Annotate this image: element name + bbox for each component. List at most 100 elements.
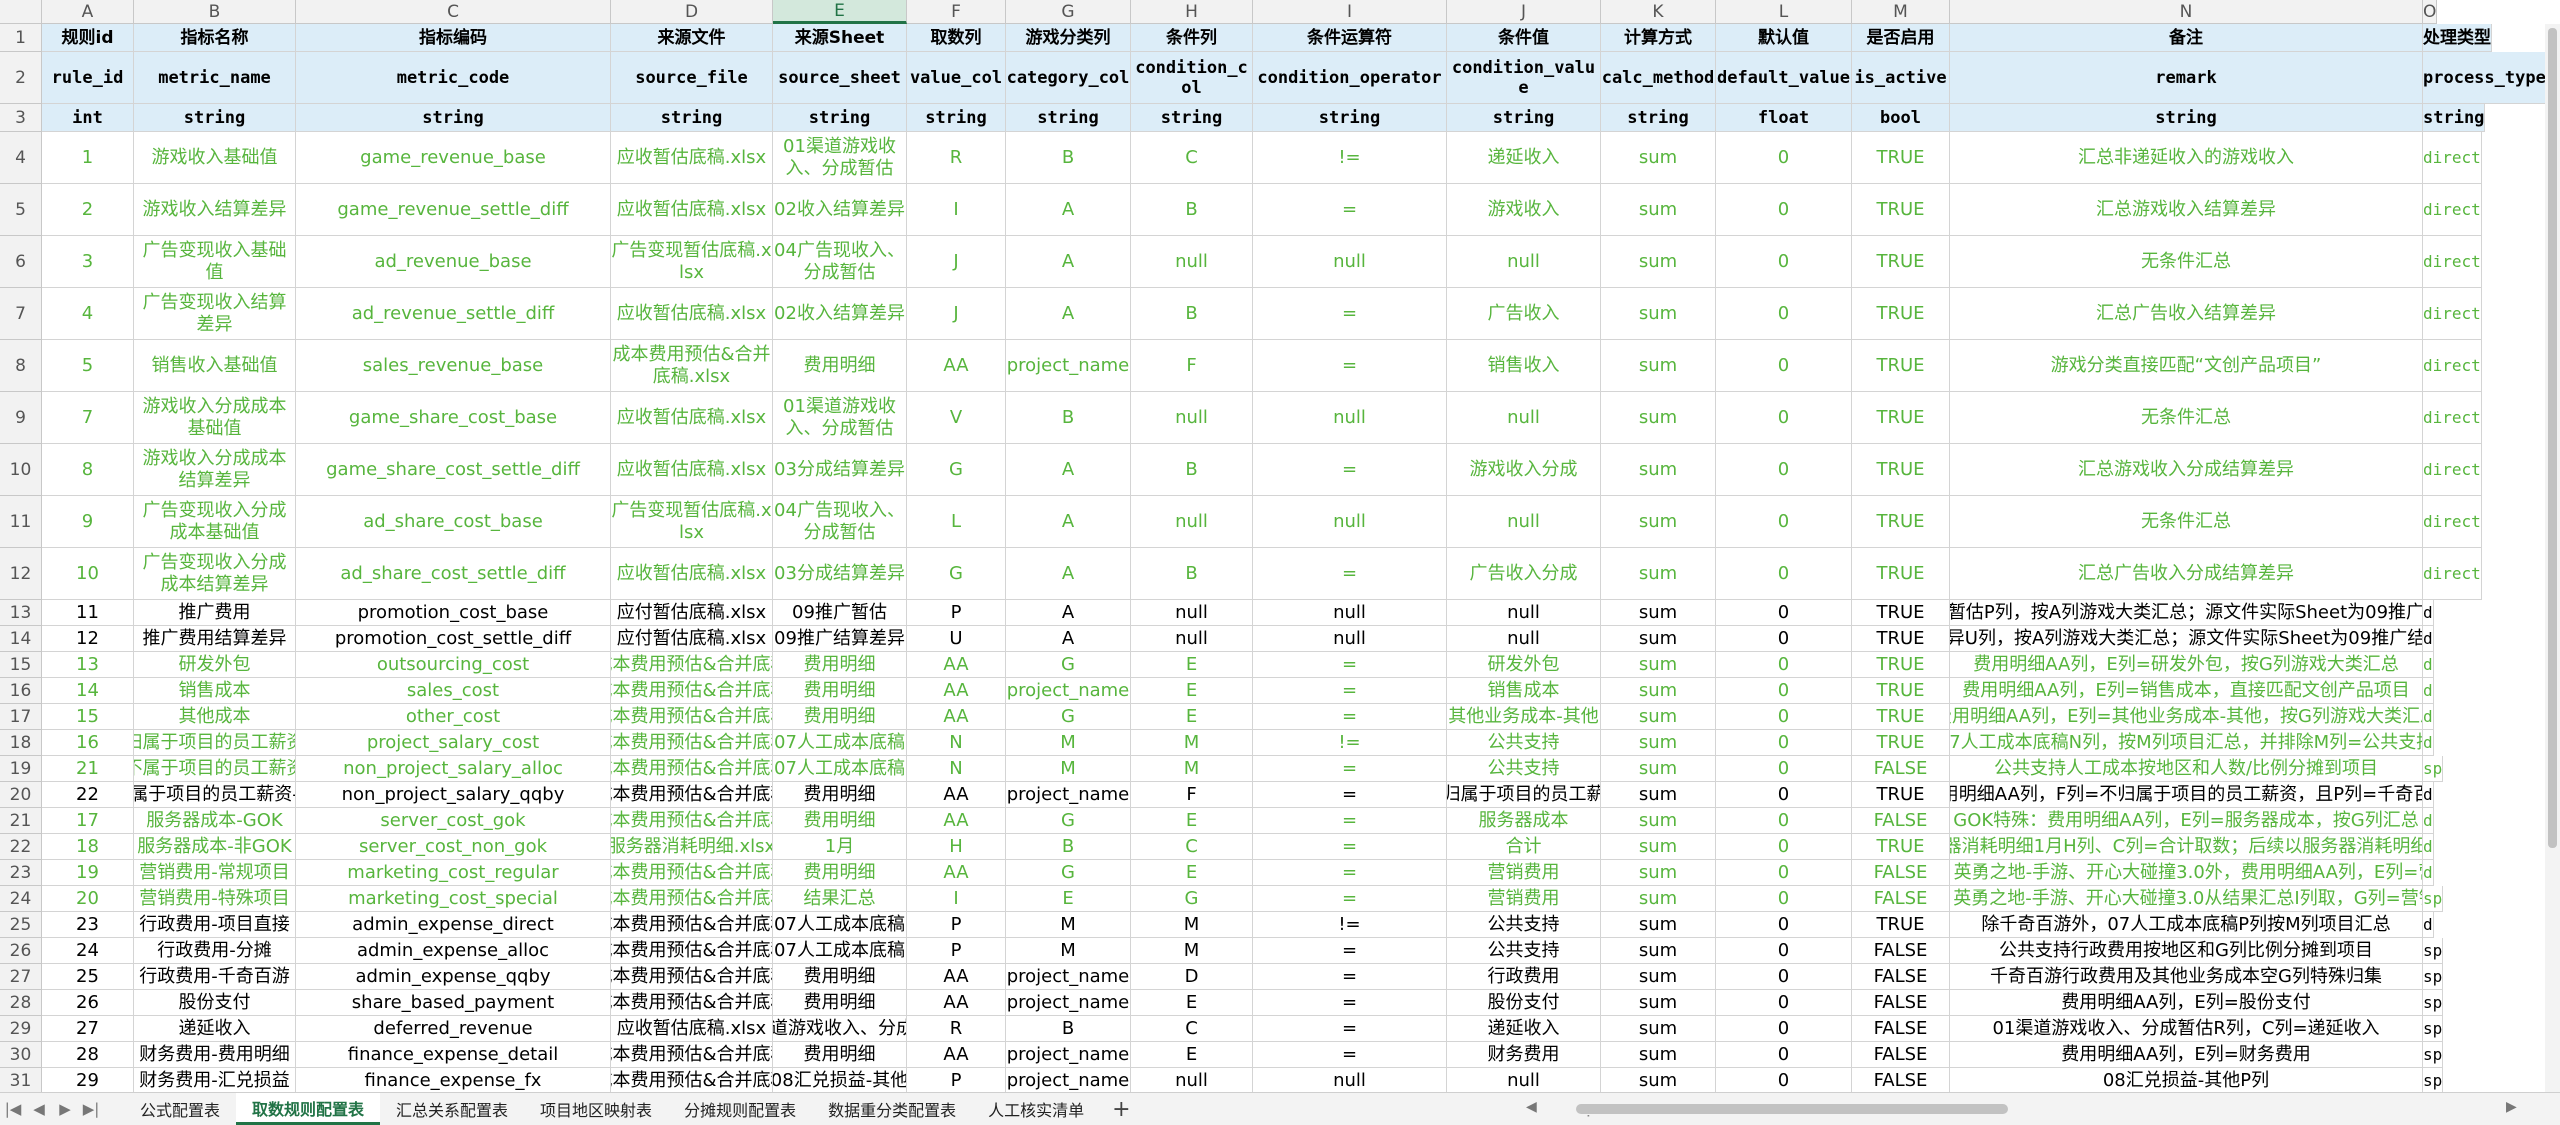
table-cell[interactable]: game_revenue_settle_diff	[296, 184, 611, 236]
prev-sheet-icon[interactable]: ◀	[26, 1100, 52, 1118]
horizontal-scrollbar[interactable]: ◀ ▶	[1524, 1099, 2524, 1115]
table-cell[interactable]: 01渠道游戏收入、分成暂估	[773, 1016, 907, 1042]
row-header-9[interactable]: 9	[0, 392, 42, 444]
table-cell[interactable]: d	[2423, 678, 2434, 704]
table-cell[interactable]: =	[1253, 652, 1447, 678]
table-cell[interactable]: 结果汇总	[773, 886, 907, 912]
table-cell[interactable]: L	[907, 496, 1006, 548]
row-header-2[interactable]: 2	[0, 52, 42, 104]
table-cell[interactable]: 7	[42, 392, 134, 444]
table-cell[interactable]: ad_share_cost_base	[296, 496, 611, 548]
header-cell[interactable]: source_sheet	[773, 52, 907, 104]
table-cell[interactable]: project_salary_cost	[296, 730, 611, 756]
table-cell[interactable]: null	[1131, 236, 1253, 288]
table-cell[interactable]: sp	[2423, 1016, 2444, 1042]
header-cell[interactable]: 备注	[1950, 24, 2423, 52]
table-cell[interactable]: d	[2423, 808, 2434, 834]
table-cell[interactable]: A	[1006, 600, 1131, 626]
table-cell[interactable]: =	[1253, 678, 1447, 704]
table-cell[interactable]: B	[1131, 548, 1253, 600]
column-header-k[interactable]: K	[1601, 0, 1716, 24]
header-cell[interactable]: metric_code	[296, 52, 611, 104]
header-cell[interactable]: source_file	[611, 52, 773, 104]
table-cell[interactable]: TRUE	[1852, 704, 1950, 730]
sheet-tab[interactable]: 公式配置表	[124, 1093, 236, 1125]
table-cell[interactable]: 5	[42, 340, 134, 392]
table-cell[interactable]: 费用明细	[773, 860, 907, 886]
table-cell[interactable]: C	[1131, 132, 1253, 184]
table-cell[interactable]: TRUE	[1852, 392, 1950, 444]
table-cell[interactable]: TRUE	[1852, 288, 1950, 340]
column-header-g[interactable]: G	[1006, 0, 1131, 24]
sheet-tab[interactable]: 取数规则配置表	[236, 1093, 381, 1125]
sheet-tab[interactable]: 分摊规则配置表	[668, 1093, 812, 1125]
table-cell[interactable]: 9	[42, 496, 134, 548]
spreadsheet-grid[interactable]: A B C D E F G H I J K L M N O 1 规则id 指标名称 指标编码 来源文件 来源Sheet 取…	[0, 0, 2560, 1092]
table-cell[interactable]: TRUE	[1852, 184, 1950, 236]
table-cell[interactable]: 22	[42, 782, 134, 808]
table-cell[interactable]: sum	[1601, 912, 1716, 938]
table-cell[interactable]: 0	[1716, 600, 1852, 626]
header-cell[interactable]: string	[296, 104, 611, 132]
header-cell[interactable]: string	[907, 104, 1006, 132]
table-cell[interactable]: finance_expense_detail	[296, 1042, 611, 1068]
table-cell[interactable]: =	[1253, 782, 1447, 808]
table-cell[interactable]: marketing_cost_regular	[296, 860, 611, 886]
table-cell[interactable]: G	[1131, 886, 1253, 912]
table-cell[interactable]: AA	[907, 678, 1006, 704]
row-header-14[interactable]: 14	[0, 626, 42, 652]
table-cell[interactable]: 股份支付	[134, 990, 296, 1016]
table-cell[interactable]: 费用明细	[773, 678, 907, 704]
table-cell[interactable]: =	[1253, 548, 1447, 600]
table-cell[interactable]: P	[907, 600, 1006, 626]
table-cell[interactable]: 财务费用-费用明细	[134, 1042, 296, 1068]
column-header-m[interactable]: M	[1852, 0, 1950, 24]
column-header-b[interactable]: B	[134, 0, 296, 24]
header-cell[interactable]: 处理类型	[2423, 24, 2492, 52]
table-cell[interactable]: J	[907, 288, 1006, 340]
table-cell[interactable]: 费用明细AA列，E列=财务费用	[1950, 1042, 2423, 1068]
table-cell[interactable]: C	[1131, 1016, 1253, 1042]
table-cell[interactable]: sum	[1601, 600, 1716, 626]
table-cell[interactable]: direct	[2423, 184, 2482, 236]
table-cell[interactable]: TRUE	[1852, 730, 1950, 756]
select-all-corner[interactable]	[0, 0, 42, 24]
table-cell[interactable]: E	[1006, 886, 1131, 912]
table-cell[interactable]: 营销费用-特殊项目	[134, 886, 296, 912]
table-cell[interactable]: null	[1447, 392, 1601, 444]
table-cell[interactable]: 0	[1716, 808, 1852, 834]
table-cell[interactable]: d	[2423, 652, 2434, 678]
table-cell[interactable]: 08汇兑损益-其他P列	[1950, 1068, 2423, 1092]
table-cell[interactable]: 0	[1716, 990, 1852, 1016]
table-cell[interactable]: game_revenue_base	[296, 132, 611, 184]
table-cell[interactable]: 0	[1716, 626, 1852, 652]
table-cell[interactable]: 游戏收入结算差异	[134, 184, 296, 236]
table-cell[interactable]: 销售成本	[134, 678, 296, 704]
table-cell[interactable]: M	[1006, 756, 1131, 782]
next-sheet-icon[interactable]: ▶	[52, 1100, 78, 1118]
table-cell[interactable]: =	[1253, 1016, 1447, 1042]
table-cell[interactable]: null	[1447, 1068, 1601, 1092]
table-cell[interactable]: 服务器成本	[1447, 808, 1601, 834]
column-header-l[interactable]: L	[1716, 0, 1852, 24]
table-cell[interactable]: d	[2423, 600, 2434, 626]
table-cell[interactable]: G	[1006, 652, 1131, 678]
table-cell[interactable]: 0	[1716, 496, 1852, 548]
table-cell[interactable]: 营销费用-常规项目	[134, 860, 296, 886]
row-header-11[interactable]: 11	[0, 496, 42, 548]
table-cell[interactable]: 不属于项目的员工薪资	[134, 756, 296, 782]
table-cell[interactable]: 公共支持人工成本按地区和人数/比例分摊到项目	[1950, 756, 2423, 782]
vertical-scrollbar[interactable]	[2545, 24, 2560, 1092]
table-cell[interactable]: =	[1253, 938, 1447, 964]
table-cell[interactable]: =	[1253, 288, 1447, 340]
table-cell[interactable]: finance_expense_fx	[296, 1068, 611, 1092]
table-cell[interactable]: N	[907, 730, 1006, 756]
table-cell[interactable]: 成本费用预估&合并底稿	[611, 990, 773, 1016]
header-cell[interactable]: category_col	[1006, 52, 1131, 104]
table-cell[interactable]: AA	[907, 964, 1006, 990]
table-cell[interactable]: 09推广结算差异	[773, 626, 907, 652]
table-cell[interactable]: AA	[907, 704, 1006, 730]
table-cell[interactable]: G	[1006, 860, 1131, 886]
table-cell[interactable]: G	[1006, 704, 1131, 730]
table-cell[interactable]: 营销费用	[1447, 860, 1601, 886]
